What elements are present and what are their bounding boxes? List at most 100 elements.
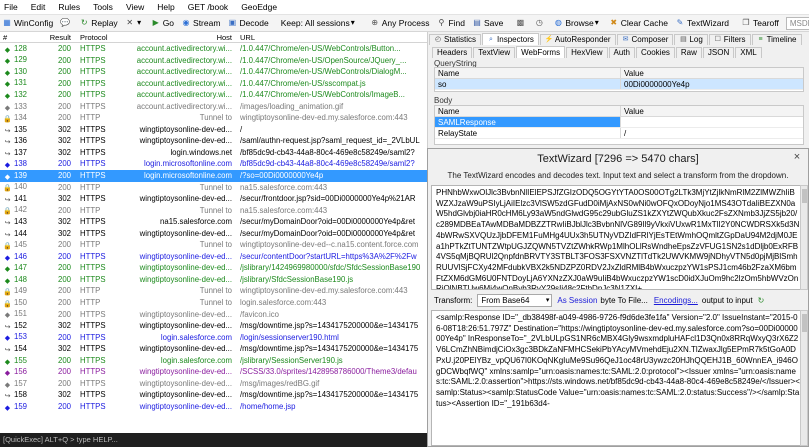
- menu-get-book[interactable]: GET /book: [188, 2, 228, 12]
- msdn-search-input[interactable]: MSDN Search...: [785, 16, 809, 30]
- table-row[interactable]: ↪ 137 302 HTTPS login.windows.net/bf85dc9d-c…: [0, 147, 427, 159]
- querystring-col-value[interactable]: Value: [621, 68, 803, 78]
- table-row[interactable]: ◆ 156 200 HTTPS wingtiptoysonline-dev-ed... /…: [0, 366, 427, 378]
- table-row[interactable]: ◆ 159 200 HTTPS wingtiptoysonline-dev-ed... /…: [0, 401, 427, 413]
- table-row[interactable]: ↪ 158 302 HTTPS wingtiptoysonline-dev-ed... /…: [0, 389, 427, 401]
- tab-autoresponder[interactable]: ⚡ AutoResponder: [539, 34, 616, 45]
- textwizard-input[interactable]: PHNhbWxwOlJlc3BvbnNlIElEPSJfZGIzODQ5OGYt…: [431, 185, 805, 290]
- tab-raw[interactable]: Raw: [675, 47, 702, 58]
- scroll-thumb[interactable]: [802, 314, 807, 332]
- tab-filters[interactable]: ☐ Filters: [708, 34, 751, 45]
- table-row[interactable]: ◆ 157 200 HTTPS wingtiptoysonline-dev-ed... /…: [0, 378, 427, 390]
- byte-to-file-link[interactable]: byte To File...: [600, 296, 647, 305]
- any-process-button[interactable]: ⊕ Any Process: [370, 18, 429, 28]
- clear-cache-button[interactable]: ✖ Clear Cache: [609, 18, 668, 28]
- menu-view[interactable]: View: [126, 2, 144, 12]
- tab-hexview[interactable]: HexView: [566, 47, 608, 58]
- stream-button[interactable]: ◉ Stream: [181, 18, 221, 28]
- textwizard-output[interactable]: <samlp:Response ID="_db38498f-a049-4986-…: [431, 310, 805, 446]
- table-row[interactable]: ↪ 143 302 HTTPS na15.salesforce.com/secur/my…: [0, 216, 427, 228]
- querystring-row[interactable]: so 00Di0000000Ye4p: [435, 79, 803, 90]
- close-icon[interactable]: ×: [790, 150, 804, 164]
- textwizard-output-scrollbar[interactable]: [800, 310, 808, 446]
- table-row[interactable]: ◆ 146 200 HTTPS wingtiptoysonline-dev-ed... /…: [0, 251, 427, 263]
- table-row[interactable]: ↪ 144 302 HTTPS wingtiptoysonline-dev-ed... /…: [0, 228, 427, 240]
- find-button[interactable]: ⚲ Find: [436, 18, 465, 28]
- menu-edit[interactable]: Edit: [31, 2, 46, 12]
- table-row[interactable]: 🔒 142 200 HTTP Tunnel to na15.salesforce.com:…: [0, 205, 427, 217]
- tab-headers[interactable]: Headers: [432, 47, 473, 58]
- tab-xml[interactable]: XML: [735, 47, 762, 58]
- body-col-name[interactable]: Name: [435, 106, 621, 116]
- decode-button[interactable]: ▣ Decode: [227, 18, 269, 28]
- table-row[interactable]: 🔒 145 200 HTTP Tunnel to wingtiptoysonline-de…: [0, 239, 427, 251]
- body-row[interactable]: SAMLResponse: [435, 117, 803, 128]
- table-row[interactable]: 🔒 140 200 HTTP Tunnel to na15.salesforce.com:…: [0, 182, 427, 194]
- table-row[interactable]: ↪ 152 302 HTTPS wingtiptoysonline-dev-ed... /…: [0, 320, 427, 332]
- screenshot-button[interactable]: ▩: [515, 18, 527, 28]
- table-row[interactable]: ◆ 129 200 HTTPS account.activedirectory.wi..…: [0, 55, 427, 67]
- table-row[interactable]: 🔒 134 200 HTTP Tunnel to wingtiptoysonline-de…: [0, 112, 427, 124]
- table-row[interactable]: 🔒 149 200 HTTP Tunnel to wingtiptoysonline-de…: [0, 285, 427, 297]
- tearoff-button[interactable]: ❐ Tearoff: [741, 18, 778, 28]
- tab-json[interactable]: JSON: [702, 47, 735, 58]
- table-row[interactable]: ◆ 151 200 HTTPS wingtiptoysonline-dev-ed... /…: [0, 309, 427, 321]
- tab-webforms[interactable]: WebForms: [516, 46, 566, 58]
- tab-textview[interactable]: TextView: [473, 47, 516, 58]
- quickexec-input[interactable]: [QuickExec] ALT+Q > type HELP...: [0, 433, 428, 447]
- table-row[interactable]: ↪ 154 302 HTTPS wingtiptoysonline-dev-ed... /…: [0, 343, 427, 355]
- column-result[interactable]: Result: [44, 33, 74, 42]
- table-row[interactable]: 🔒 150 200 HTTP Tunnel to login.salesforce.com…: [0, 297, 427, 309]
- tab-composer[interactable]: ✉ Composer: [616, 34, 674, 45]
- table-row[interactable]: ◆ 155 200 HTTPS login.salesforce.com/jslibra…: [0, 355, 427, 367]
- menu-file[interactable]: File: [4, 2, 18, 12]
- tab-cookies[interactable]: Cookies: [635, 47, 675, 58]
- output-to-input-button[interactable]: output to input: [702, 296, 753, 305]
- table-row[interactable]: ↪ 135 302 HTTPS wingtiptoysonline-dev-ed... /: [0, 124, 427, 136]
- tab-auth[interactable]: Auth: [608, 47, 635, 58]
- table-row[interactable]: ◆ 148 200 HTTPS wingtiptoysonline-dev-ed... /…: [0, 274, 427, 286]
- table-row[interactable]: ◆ 133 200 HTTPS account.activedirectory.wi..…: [0, 101, 427, 113]
- table-row[interactable]: ◆ 132 200 HTTPS account.activedirectory.wi..…: [0, 89, 427, 101]
- table-row[interactable]: ◆ 138 200 HTTPS login.microsoftonline.com/bf…: [0, 158, 427, 170]
- table-row[interactable]: ◆ 147 200 HTTPS wingtiptoysonline-dev-ed... /…: [0, 262, 427, 274]
- save-button[interactable]: ▤ Save: [472, 18, 503, 28]
- table-row[interactable]: ◆ 130 200 HTTPS account.activedirectory.wi..…: [0, 66, 427, 78]
- column-host[interactable]: Host: [111, 33, 235, 42]
- encodings-link[interactable]: Encodings...: [654, 296, 698, 305]
- table-row[interactable]: ◆ 131 200 HTTPS account.activedirectory.wi..…: [0, 78, 427, 90]
- tab-statistics[interactable]: ◴ Statistics: [429, 34, 482, 45]
- table-row[interactable]: ◆ 139 200 HTTPS login.microsoftonline.com /?s…: [0, 170, 427, 182]
- body-row[interactable]: RelayState /: [435, 128, 803, 139]
- tab-inspectors[interactable]: ⌕ Inspectors: [482, 33, 539, 45]
- browse-button[interactable]: ◍ Browse ▾: [553, 18, 601, 28]
- body-col-value[interactable]: Value: [621, 106, 803, 116]
- timer-button[interactable]: ◷: [534, 18, 546, 28]
- textwizard-button[interactable]: ✎ TextWizard: [675, 18, 729, 28]
- refresh-icon[interactable]: ↻: [758, 296, 765, 305]
- table-row[interactable]: ◆ 128 200 HTTPS account.activedirectory.wi..…: [0, 43, 427, 55]
- column-number[interactable]: #: [0, 33, 44, 42]
- scroll-thumb[interactable]: [802, 189, 807, 203]
- go-button[interactable]: ▶ Go: [151, 18, 174, 28]
- textwizard-input-scrollbar[interactable]: [800, 185, 808, 290]
- keep-sessions-dropdown[interactable]: Keep: All sessions ▾: [281, 18, 358, 28]
- tab-timeline[interactable]: ≡ Timeline: [751, 34, 802, 45]
- replay-button[interactable]: ↻ Replay: [79, 18, 118, 28]
- column-protocol[interactable]: Protocol: [74, 33, 111, 42]
- menu-geoedge[interactable]: GeoEdge: [241, 2, 277, 12]
- winconfig-button[interactable]: ▦ WinConfig: [2, 18, 53, 28]
- as-session-link[interactable]: As Session: [557, 296, 597, 305]
- menu-help[interactable]: Help: [157, 2, 174, 12]
- tab-log[interactable]: ▤ Log: [674, 34, 708, 45]
- remove-button[interactable]: ✕ ▾: [125, 18, 144, 28]
- table-row[interactable]: ↪ 136 302 HTTPS wingtiptoysonline-dev-ed... /…: [0, 135, 427, 147]
- querystring-col-name[interactable]: Name: [435, 68, 621, 78]
- transform-select[interactable]: From Base64 ▾: [477, 293, 553, 307]
- menu-rules[interactable]: Rules: [58, 2, 80, 12]
- column-url[interactable]: URL: [235, 33, 427, 42]
- table-row[interactable]: ↪ 141 302 HTTPS wingtiptoysonline-dev-ed... /…: [0, 193, 427, 205]
- menu-tools[interactable]: Tools: [93, 2, 113, 12]
- comment-button[interactable]: 💬: [60, 18, 72, 28]
- table-row[interactable]: ◆ 153 200 HTTPS login.salesforce.com/login/s…: [0, 332, 427, 344]
